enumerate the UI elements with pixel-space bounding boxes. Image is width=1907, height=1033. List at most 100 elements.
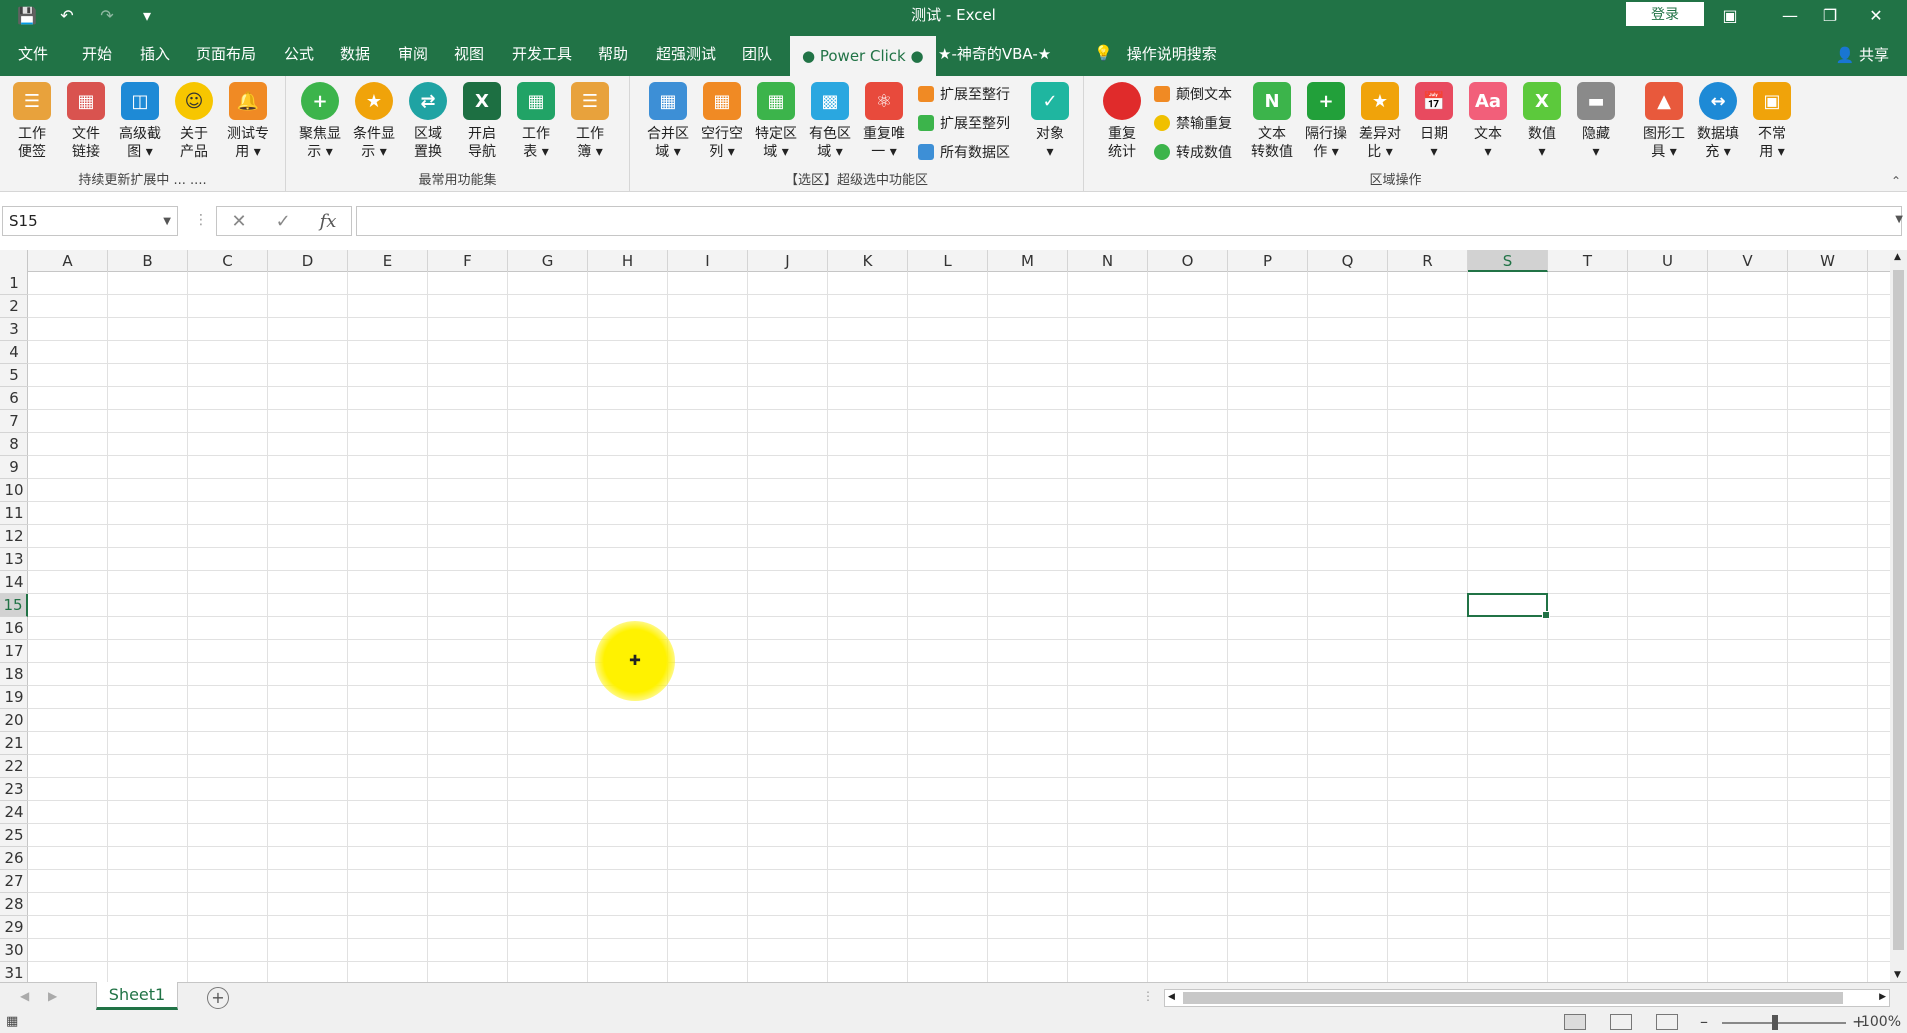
tab-data[interactable]: 数据 — [328, 30, 382, 76]
column-header-g[interactable]: G — [508, 250, 588, 272]
select-all-corner[interactable] — [0, 250, 28, 272]
column-header-i[interactable]: I — [668, 250, 748, 272]
row-header-13[interactable]: 13 — [0, 548, 28, 571]
horizontal-scroll-thumb[interactable] — [1183, 992, 1843, 1004]
duplicate-count-button[interactable]: 重复 统计 — [1096, 82, 1148, 161]
sheet-tab-sheet1[interactable]: Sheet1 — [96, 982, 178, 1010]
diff-compare-button[interactable]: ★ 差异对 比 ▾ — [1354, 82, 1406, 161]
row-header-2[interactable]: 2 — [0, 295, 28, 318]
row-header-21[interactable]: 21 — [0, 732, 28, 755]
row-header-7[interactable]: 7 — [0, 410, 28, 433]
zoom-level[interactable]: 100% — [1861, 1014, 1901, 1030]
file-link-button[interactable]: ▦ 文件 链接 — [60, 82, 112, 161]
row-header-24[interactable]: 24 — [0, 801, 28, 824]
shape-tools-button[interactable]: ▲ 图形工 具 ▾ — [1638, 82, 1690, 161]
horizontal-scrollbar[interactable]: ◀ ▶ — [1164, 989, 1890, 1007]
about-product-button[interactable]: ☺ 关于 产品 — [168, 82, 220, 161]
row-header-20[interactable]: 20 — [0, 709, 28, 732]
column-header-h[interactable]: H — [588, 250, 668, 272]
row-header-31[interactable]: 31 — [0, 962, 28, 982]
text-to-number-button[interactable]: N 文本 转数值 — [1246, 82, 1298, 161]
range-swap-button[interactable]: ⇄ 区域 置换 — [402, 82, 454, 161]
all-data-range-button[interactable]: 所有数据区 — [918, 140, 1010, 164]
row-header-15[interactable]: 15 — [0, 594, 28, 617]
zoom-slider[interactable] — [1722, 1022, 1846, 1024]
share-button[interactable]: 👤 共享 — [1836, 44, 1889, 65]
test-only-button[interactable]: 🔔 测试专 用 ▾ — [222, 82, 274, 161]
login-button[interactable]: 登录 — [1626, 2, 1704, 26]
specific-range-button[interactable]: ▦ 特定区 域 ▾ — [750, 82, 802, 161]
tab-magic-vba[interactable]: ★-神奇的VBA-★ — [926, 30, 1063, 76]
column-header-c[interactable]: C — [188, 250, 268, 272]
macro-record-icon[interactable]: ▦ — [6, 1014, 18, 1029]
column-header-w[interactable]: W — [1788, 250, 1868, 272]
focus-display-button[interactable]: + 聚焦显 示 ▾ — [294, 82, 346, 161]
chevron-down-icon[interactable]: ▼ — [163, 216, 171, 227]
hide-button[interactable]: ▬ 隐藏 ▾ — [1570, 82, 1622, 161]
row-header-25[interactable]: 25 — [0, 824, 28, 847]
row-header-29[interactable]: 29 — [0, 916, 28, 939]
workbook-button[interactable]: ☰ 工作 簿 ▾ — [564, 82, 616, 161]
split-handle-icon[interactable]: ⋮ — [1142, 989, 1154, 1003]
tab-view[interactable]: 视图 — [442, 30, 496, 76]
tab-help[interactable]: 帮助 — [586, 30, 640, 76]
ribbon-display-icon[interactable]: ▣ — [1700, 0, 1760, 30]
row-header-14[interactable]: 14 — [0, 571, 28, 594]
row-header-4[interactable]: 4 — [0, 341, 28, 364]
date-button[interactable]: 📅 日期 ▾ — [1408, 82, 1460, 161]
tab-developer[interactable]: 开发工具 — [500, 30, 584, 76]
prev-sheet-icon[interactable]: ◀ — [20, 989, 29, 1003]
data-fill-button[interactable]: ↔ 数据填 充 ▾ — [1692, 82, 1744, 161]
tab-power-click[interactable]: ● Power Click ● — [790, 36, 936, 76]
row-header-11[interactable]: 11 — [0, 502, 28, 525]
add-sheet-icon[interactable]: + — [207, 987, 229, 1009]
row-header-30[interactable]: 30 — [0, 939, 28, 962]
row-header-27[interactable]: 27 — [0, 870, 28, 893]
expand-column-button[interactable]: 扩展至整列 — [918, 111, 1010, 135]
row-header-3[interactable]: 3 — [0, 318, 28, 341]
row-header-23[interactable]: 23 — [0, 778, 28, 801]
vertical-scrollbar[interactable]: ▲ ▼ — [1890, 250, 1907, 982]
objects-button[interactable]: ✓ 对象 ▾ — [1024, 82, 1076, 161]
convert-number-button[interactable]: 转成数值 — [1154, 140, 1232, 164]
column-header-r[interactable]: R — [1388, 250, 1468, 272]
column-header-q[interactable]: Q — [1308, 250, 1388, 272]
column-header-p[interactable]: P — [1228, 250, 1308, 272]
tab-search[interactable]: 💡 操作说明搜索 — [1082, 30, 1229, 76]
work-notes-button[interactable]: ☰ 工作 便签 — [6, 82, 58, 161]
tab-super-test[interactable]: 超强测试 — [644, 30, 728, 76]
next-sheet-icon[interactable]: ▶ — [48, 989, 57, 1003]
row-header-22[interactable]: 22 — [0, 755, 28, 778]
number-button[interactable]: X 数值 ▾ — [1516, 82, 1568, 161]
column-header-n[interactable]: N — [1068, 250, 1148, 272]
enter-icon[interactable]: ✓ — [276, 211, 291, 232]
expand-row-button[interactable]: 扩展至整行 — [918, 82, 1010, 106]
column-header-u[interactable]: U — [1628, 250, 1708, 272]
row-header-26[interactable]: 26 — [0, 847, 28, 870]
row-header-16[interactable]: 16 — [0, 617, 28, 640]
scroll-right-icon[interactable]: ▶ — [1879, 992, 1886, 1002]
zoom-out-icon[interactable]: – — [1700, 1012, 1708, 1031]
column-header-s[interactable]: S — [1468, 250, 1548, 272]
scroll-up-icon[interactable]: ▲ — [1894, 252, 1901, 262]
scroll-down-icon[interactable]: ▼ — [1894, 970, 1901, 980]
reverse-text-button[interactable]: 颠倒文本 — [1154, 82, 1232, 106]
row-header-1[interactable]: 1 — [0, 272, 28, 295]
column-header-v[interactable]: V — [1708, 250, 1788, 272]
name-box[interactable]: S15 ▼ — [2, 206, 178, 236]
row-header-8[interactable]: 8 — [0, 433, 28, 456]
block-duplicate-button[interactable]: 禁输重复 — [1154, 111, 1232, 135]
colored-range-button[interactable]: ▩ 有色区 域 ▾ — [804, 82, 856, 161]
column-header-d[interactable]: D — [268, 250, 348, 272]
expand-formula-icon[interactable]: ▼ — [1895, 214, 1903, 225]
row-header-5[interactable]: 5 — [0, 364, 28, 387]
worksheet-grid[interactable]: ABCDEFGHIJKLMNOPQRSTUVW 1 2 3 4 5 6 7 8 9 10 11 12 1… — [0, 250, 1890, 982]
column-header-k[interactable]: K — [828, 250, 908, 272]
text-button[interactable]: Aa 文本 ▾ — [1462, 82, 1514, 161]
worksheet-button[interactable]: ▦ 工作 表 ▾ — [510, 82, 562, 161]
row-header-12[interactable]: 12 — [0, 525, 28, 548]
collapse-ribbon-icon[interactable]: ⌃ — [1891, 174, 1901, 188]
cells-area[interactable] — [28, 272, 1890, 982]
row-header-19[interactable]: 19 — [0, 686, 28, 709]
row-header-28[interactable]: 28 — [0, 893, 28, 916]
